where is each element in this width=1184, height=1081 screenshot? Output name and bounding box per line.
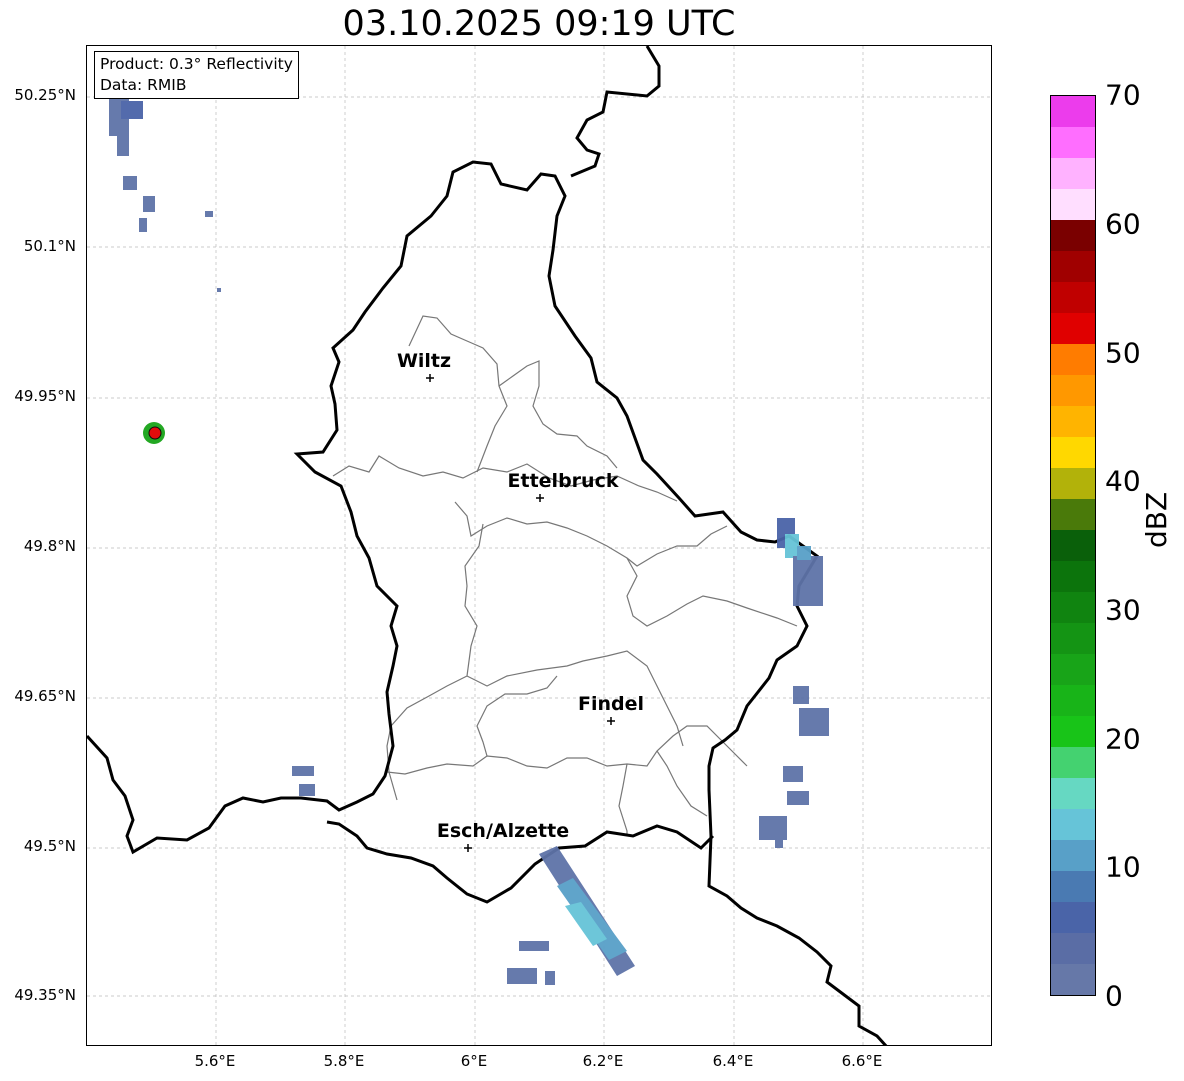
colorbar-tick: 40 <box>1105 464 1141 498</box>
colorbar-segment <box>1051 530 1095 561</box>
lon-label: 5.6°E <box>194 1052 236 1070</box>
city-label-ettelbruck: Ettelbruck <box>507 470 619 492</box>
colorbar-tick: 60 <box>1105 207 1141 241</box>
canton-borders <box>332 315 798 836</box>
colorbar-segment <box>1051 189 1095 220</box>
colorbar-segment <box>1051 499 1095 530</box>
colorbar <box>1050 95 1096 996</box>
colorbar-tick: 10 <box>1105 850 1141 884</box>
colorbar-tick: 70 <box>1105 78 1141 112</box>
info-data-source: Data: RMIB <box>100 76 187 94</box>
lon-label: 6.4°E <box>712 1052 754 1070</box>
colorbar-tick: 50 <box>1105 336 1141 370</box>
city-label-esch: Esch/Alzette <box>436 820 570 842</box>
colorbar-segment <box>1051 282 1095 313</box>
colorbar-tick: 20 <box>1105 722 1141 756</box>
colorbar-segment <box>1051 747 1095 778</box>
colorbar-segment <box>1051 871 1095 902</box>
city-label-wiltz: Wiltz <box>396 350 452 372</box>
colorbar-segment <box>1051 685 1095 716</box>
lat-label: 50.25°N <box>14 86 76 104</box>
colorbar-segment <box>1051 406 1095 437</box>
lon-label: 6°E <box>460 1052 488 1070</box>
city-label-findel: Findel <box>577 693 645 715</box>
colorbar-segment <box>1051 964 1095 995</box>
colorbar-tick: 0 <box>1105 979 1123 1013</box>
lat-label: 49.8°N <box>23 537 76 555</box>
lat-label: 49.65°N <box>14 687 76 705</box>
colorbar-segment <box>1051 654 1095 685</box>
colorbar-segment <box>1051 809 1095 840</box>
lon-label: 5.8°E <box>323 1052 365 1070</box>
radar-echoes <box>109 81 829 985</box>
map-area[interactable] <box>86 45 992 1046</box>
lat-label: 49.5°N <box>23 837 76 855</box>
colorbar-segment <box>1051 561 1095 592</box>
info-product: Product: 0.3° Reflectivity <box>100 55 293 73</box>
colorbar-unit-label: dBZ <box>1140 491 1173 548</box>
colorbar-segment <box>1051 375 1095 406</box>
colorbar-segment <box>1051 437 1095 468</box>
gridlines <box>87 46 991 1045</box>
colorbar-segment <box>1051 313 1095 344</box>
colorbar-segment <box>1051 902 1095 933</box>
colorbar-segment <box>1051 468 1095 499</box>
colorbar-segment <box>1051 778 1095 809</box>
colorbar-segment <box>1051 716 1095 747</box>
colorbar-segment <box>1051 127 1095 158</box>
info-box: Product: 0.3° Reflectivity Data: RMIB <box>94 51 299 99</box>
lat-label: 49.95°N <box>14 387 76 405</box>
colorbar-segment <box>1051 840 1095 871</box>
national-border <box>87 46 888 1045</box>
lon-label: 6.2°E <box>582 1052 624 1070</box>
colorbar-tick: 30 <box>1105 593 1141 627</box>
colorbar-segment <box>1051 96 1095 127</box>
colorbar-segment <box>1051 592 1095 623</box>
map-title: 03.10.2025 09:19 UTC <box>342 4 736 44</box>
map-canvas <box>87 46 991 1045</box>
lat-label: 50.1°N <box>23 237 76 255</box>
colorbar-segment <box>1051 623 1095 654</box>
lat-label: 49.35°N <box>14 986 76 1004</box>
colorbar-segment <box>1051 158 1095 189</box>
colorbar-segment <box>1051 251 1095 282</box>
colorbar-segment <box>1051 933 1095 964</box>
lon-label: 6.6°E <box>841 1052 883 1070</box>
colorbar-segment <box>1051 344 1095 375</box>
colorbar-segment <box>1051 220 1095 251</box>
